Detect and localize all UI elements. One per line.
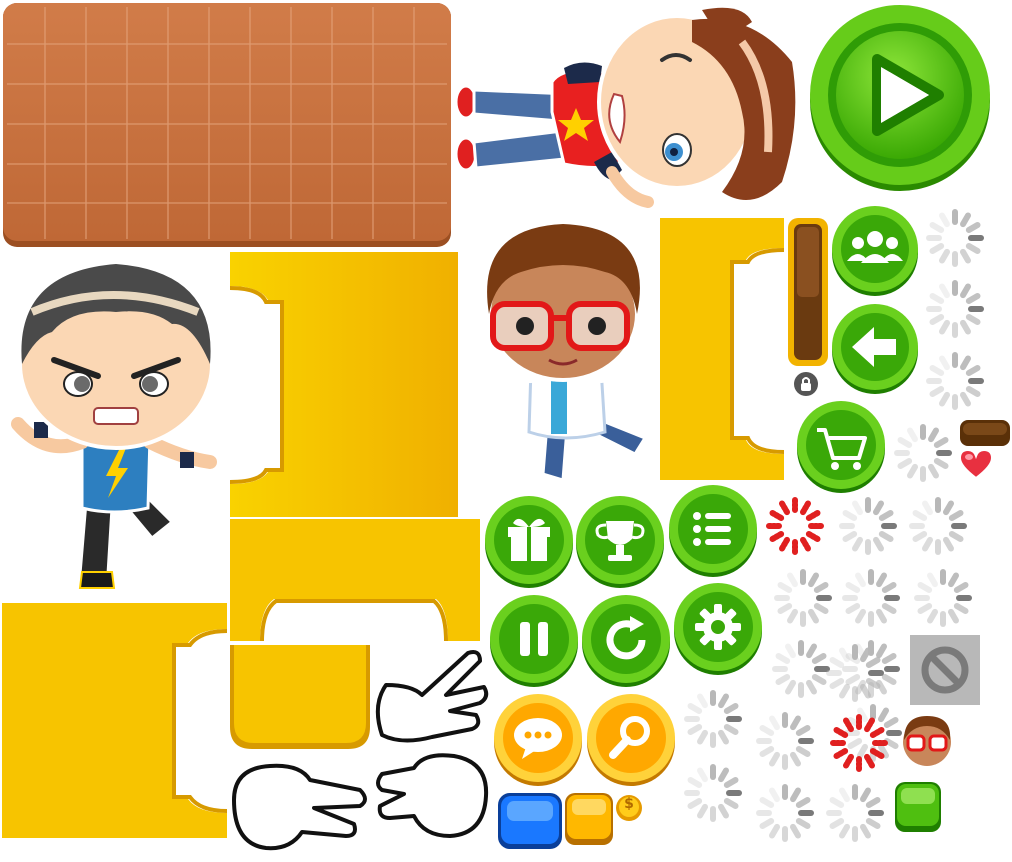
brown-pill bbox=[960, 420, 1010, 446]
hand-point-right bbox=[374, 748, 490, 844]
spinner-gray-icon bbox=[752, 708, 818, 774]
no-entry-icon bbox=[910, 635, 980, 705]
lock-icon bbox=[793, 371, 819, 397]
play-button[interactable] bbox=[805, 3, 995, 193]
friends-button[interactable] bbox=[830, 205, 920, 296]
chat-button[interactable] bbox=[492, 693, 584, 786]
gold-topbar-svg bbox=[230, 519, 480, 642]
spinner-gray-icon bbox=[835, 493, 901, 559]
boy-winking-svg bbox=[454, 7, 796, 208]
gold-frame-top-bar bbox=[230, 519, 480, 642]
coin-icon: $ bbox=[615, 794, 643, 822]
boy-glasses-svg bbox=[470, 224, 648, 482]
users-icon bbox=[832, 206, 918, 296]
heart-icon bbox=[958, 448, 994, 480]
back-button[interactable] bbox=[830, 303, 920, 394]
spinner-red-icon bbox=[762, 493, 828, 559]
spinner-gray-icon bbox=[822, 640, 888, 706]
gold-frame-left-bracket bbox=[229, 252, 458, 517]
spinner-red-icon bbox=[826, 710, 892, 776]
green-square-button[interactable] bbox=[895, 782, 941, 832]
brick-tile-panel bbox=[3, 3, 451, 247]
spinner-gray-icon bbox=[922, 205, 988, 271]
spinner-gray-icon bbox=[680, 686, 746, 752]
spinner-gray-icon bbox=[922, 348, 988, 414]
play-icon bbox=[810, 5, 990, 191]
restart-button[interactable] bbox=[580, 594, 672, 687]
blue-square-svg bbox=[498, 793, 562, 849]
spinner-gray-icon bbox=[770, 565, 836, 631]
orange-square-svg bbox=[565, 793, 613, 845]
gold-cup-svg bbox=[230, 645, 370, 749]
glove-hand-right-svg bbox=[376, 753, 489, 838]
spinner-gray-icon bbox=[910, 565, 976, 631]
character-boy-angry bbox=[2, 252, 230, 598]
green-square-svg bbox=[895, 782, 941, 832]
restart-icon bbox=[582, 595, 670, 687]
trophy-icon bbox=[576, 496, 664, 588]
hand-point-up-right bbox=[372, 645, 490, 745]
spinner-gray-icon bbox=[680, 760, 746, 826]
coin-symbol: $ bbox=[624, 796, 634, 812]
boy-angry-svg bbox=[11, 264, 217, 589]
brick-tile-svg bbox=[3, 3, 451, 247]
pause-button[interactable] bbox=[488, 594, 580, 687]
menu-button[interactable] bbox=[667, 484, 759, 577]
spinner-gray-icon bbox=[822, 780, 888, 846]
gift-button[interactable] bbox=[483, 495, 575, 588]
glasses-boy-avatar-icon bbox=[898, 712, 956, 770]
gold-frame-bottom-cup bbox=[230, 645, 370, 751]
back-arrow-icon bbox=[832, 304, 918, 394]
spinner-gray-icon bbox=[838, 565, 904, 631]
glove-hand-svg bbox=[375, 650, 489, 743]
blue-square-button[interactable] bbox=[498, 793, 562, 849]
gift-icon bbox=[485, 496, 573, 588]
settings-gear-icon bbox=[674, 583, 762, 675]
pause-icon bbox=[490, 595, 578, 687]
magnifier-icon bbox=[587, 694, 675, 786]
search-button[interactable] bbox=[585, 693, 677, 786]
gold-bracket-svg bbox=[229, 252, 458, 517]
menu-list-icon bbox=[669, 485, 757, 577]
trophy-button[interactable] bbox=[574, 495, 666, 588]
shop-button[interactable] bbox=[795, 400, 887, 493]
gold-frame-left-large bbox=[2, 603, 228, 838]
character-boy-glasses bbox=[455, 218, 660, 490]
spinner-gray-icon bbox=[922, 276, 988, 342]
chat-bubble-icon bbox=[494, 694, 582, 786]
spinner-gray-icon bbox=[890, 420, 956, 486]
vertical-progress-bar bbox=[788, 218, 828, 366]
shop-cart-icon bbox=[797, 401, 885, 493]
glove-hand-left-svg bbox=[232, 763, 367, 851]
orange-square-button[interactable] bbox=[565, 793, 613, 845]
gold-large-svg bbox=[2, 603, 228, 838]
gold-right-svg bbox=[660, 218, 785, 480]
character-boy-winking bbox=[452, 2, 802, 217]
spinner-gray-icon bbox=[905, 493, 971, 559]
settings-button[interactable] bbox=[672, 582, 764, 675]
spinner-gray-icon bbox=[752, 780, 818, 846]
hand-point-left bbox=[230, 760, 370, 855]
progress-bar-svg bbox=[788, 218, 828, 366]
gold-frame-right-bracket bbox=[660, 218, 785, 480]
